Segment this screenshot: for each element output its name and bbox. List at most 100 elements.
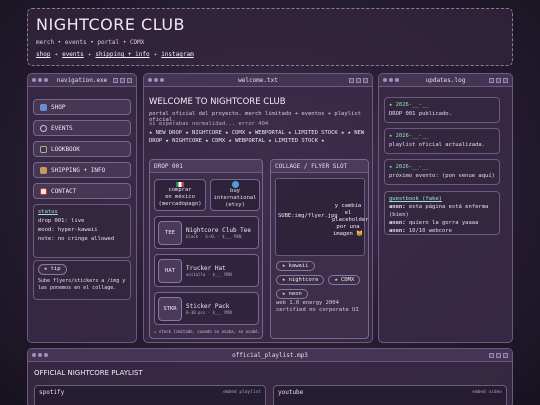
error-text: si esperabas normalidad... error 404: [149, 121, 269, 127]
guestbook-box: guestbook (fake) anon: esta página está …: [384, 191, 500, 235]
close-button[interactable]: [503, 77, 508, 83]
guestbook-author: anon:: [389, 204, 406, 210]
window-title: updates.log: [425, 76, 466, 84]
tag-chip: ★ nightcore: [276, 275, 325, 285]
site-subtitle: merch • events • portal • CDMX: [36, 39, 145, 46]
envelope-icon: [40, 187, 47, 195]
youtube-hint: embed video: [472, 390, 502, 395]
nav-label: SHIPPING + INFO: [51, 166, 106, 174]
nav-label: LOOKBOOK: [51, 145, 80, 153]
product-name: Sticker Pack: [186, 302, 230, 310]
update-date: ★ 2026-__-__: [389, 164, 429, 170]
tip-text: Sube flyers/stickers a /img y las ponemo…: [38, 278, 126, 291]
news-ticker: ★ NEW DROP ★ NIGHTCORE ★ CDMX ★ WEBPORTA…: [149, 130, 365, 144]
update-date: ★ 2026-__-__: [389, 102, 429, 108]
youtube-label: youtube: [278, 389, 304, 396]
window-dots: [32, 353, 62, 357]
nav-item-events[interactable]: EVENTS: [33, 120, 131, 136]
buy-international-button[interactable]: buy international (etsy): [210, 179, 260, 211]
pay-label: international: [213, 195, 257, 201]
tag-chip: ★ kawaii: [276, 261, 315, 271]
link-shipping[interactable]: shipping + info: [95, 51, 149, 58]
product-meta: unitalla · $___ MXN: [186, 271, 232, 277]
window-title: welcome.txt: [238, 76, 278, 84]
status-line: note: no cringe allowed: [38, 236, 115, 242]
product-card-tee[interactable]: TEE Nightcore Club Tee black · S–XL · $__…: [154, 216, 259, 249]
nav-item-shipping[interactable]: SHIPPING + INFO: [33, 162, 131, 178]
window-dots: [148, 78, 178, 82]
guestbook-line: anon: esta página está enferma (bien): [389, 203, 495, 219]
guestbook-line: anon: 10/10 webcore: [389, 227, 495, 235]
tag-list: ★ kawaii ★ nightcore ★ CDMX ★ neon: [276, 261, 366, 299]
warning-icon: ⚠: [154, 329, 157, 334]
product-card-stickers[interactable]: STKR Sticker Pack 6–10 pcs · $___ MXN: [154, 292, 259, 325]
pay-label: (mercadopago): [158, 201, 202, 207]
link-shop[interactable]: shop: [36, 51, 50, 58]
update-entry: ★ 2026-__-__ próximo evento: (pon venue …: [384, 159, 500, 185]
product-thumbnail: HAT: [158, 258, 182, 283]
nav-item-lookbook[interactable]: LOOKBOOK: [33, 141, 131, 157]
flyer-placeholder-text: y cambia el placeholder por una imagen 😸: [332, 203, 369, 237]
link-events[interactable]: events: [62, 51, 84, 58]
link-separator: ✦: [153, 51, 158, 58]
close-button[interactable]: [503, 352, 508, 358]
tag-chip: ★ CDMX: [328, 275, 361, 285]
collage-note: web 1.0 energy 2004 certified no corpora…: [276, 300, 359, 313]
flyer-placeholder: SUBE:img/flyer.jpg y cambia el placehold…: [275, 178, 369, 256]
link-instagram[interactable]: instagram: [161, 51, 194, 58]
status-box: status drop 001: live mood: hyper-kawaii…: [33, 204, 131, 258]
window-titlebar: official_playlist.mp3: [28, 349, 512, 362]
product-card-hat[interactable]: HAT Trucker Hat unitalla · $___ MXN: [154, 254, 259, 287]
drop-panel: DROP 001 comprar en méxico (mercadopago)…: [149, 159, 263, 339]
globe-icon: [231, 181, 239, 188]
minimize-button[interactable]: [349, 77, 354, 83]
update-entry: ★ 2026-__-__ DROP 001 publicado.: [384, 97, 500, 123]
product-name: Trucker Hat: [186, 264, 226, 272]
buy-mexico-button[interactable]: comprar en méxico (mercadopago): [154, 179, 206, 211]
guestbook-author: anon:: [389, 220, 406, 226]
youtube-embed[interactable]: youtube embed video: [273, 385, 507, 405]
spotify-label: spotify: [39, 389, 65, 396]
maximize-button[interactable]: [496, 352, 501, 358]
tag-chip: ★ neon: [276, 289, 308, 299]
window-title: official_playlist.mp3: [232, 351, 308, 359]
guestbook-author: anon:: [389, 228, 406, 234]
update-text: próximo evento: (pon venue aquí): [389, 173, 495, 179]
product-thumbnail: TEE: [158, 220, 182, 245]
window-titlebar: navigation.exe: [28, 74, 136, 87]
link-separator: ✦: [54, 51, 59, 58]
window-titlebar: updates.log: [379, 74, 512, 87]
update-text: DROP 001 publicado.: [389, 111, 452, 117]
update-entry: ★ 2026-__-__ playlist oficial actualizad…: [384, 128, 500, 154]
spotify-embed[interactable]: spotify embed playlist: [34, 385, 266, 405]
pay-label: en méxico: [165, 194, 195, 200]
maximize-button[interactable]: [496, 77, 501, 83]
nav-item-shop[interactable]: SHOP: [33, 99, 131, 115]
headphones-icon: [40, 124, 47, 132]
window-dots: [32, 78, 57, 82]
shop-icon: [40, 103, 47, 111]
playlist-heading: OFFICIAL NIGHTCORE PLAYLIST: [34, 369, 143, 377]
product-meta: black · S–XL · $___ MXN: [186, 233, 242, 239]
maximize-button[interactable]: [119, 77, 125, 83]
guestbook-message: quiero la gorra yaaaa: [408, 220, 479, 226]
welcome-heading: WELCOME TO NIGHTCORE CLUB: [149, 97, 286, 107]
minimize-button[interactable]: [489, 352, 494, 358]
update-date: ★ 2026-__-__: [389, 133, 429, 139]
nav-item-contact[interactable]: CONTACT: [33, 183, 131, 199]
site-header: NIGHTCORE CLUB merch • events • portal •…: [27, 8, 513, 66]
maximize-button[interactable]: [356, 77, 361, 83]
close-button[interactable]: [126, 77, 132, 83]
product-name: Nightcore Club Tee: [186, 226, 252, 234]
package-icon: [40, 166, 47, 174]
status-title: status: [38, 209, 58, 215]
guestbook-message: 10/10 webcore: [408, 228, 452, 234]
guestbook-line: anon: quiero la gorra yaaaa: [389, 219, 495, 227]
minimize-button[interactable]: [112, 77, 118, 83]
collage-panel: COLLAGE / FLYER SLOT SUBE:img/flyer.jpg …: [270, 159, 369, 339]
close-button[interactable]: [363, 77, 368, 83]
status-line: mood: hyper-kawaii: [38, 227, 98, 233]
minimize-button[interactable]: [489, 77, 494, 83]
window-titlebar: welcome.txt: [144, 74, 372, 87]
pay-label: comprar: [168, 187, 192, 193]
